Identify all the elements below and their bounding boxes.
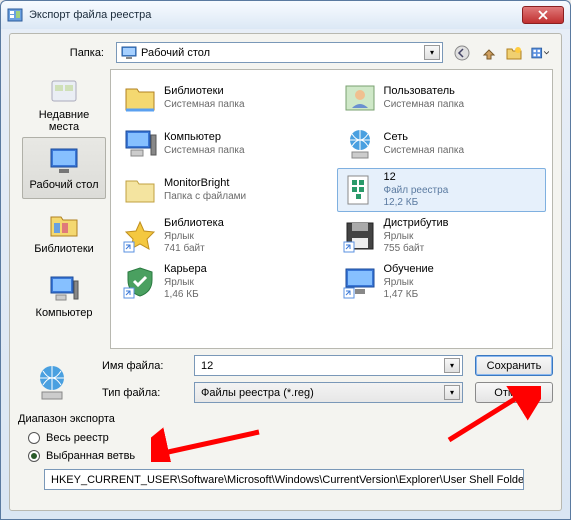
list-item[interactable]: ДистрибутивЯрлык755 байт bbox=[337, 214, 547, 258]
folder-row: Папка: Рабочий стол ▾ bbox=[18, 42, 553, 63]
close-button[interactable] bbox=[522, 6, 564, 24]
list-item[interactable]: БиблиотекиСистемная папка bbox=[117, 76, 327, 120]
branch-path-value: HKEY_CURRENT_USER\Software\Microsoft\Win… bbox=[51, 474, 524, 486]
filename-row: Имя файла: 12 ▾ Сохранить bbox=[18, 355, 553, 376]
shield-shortcut-icon bbox=[122, 264, 158, 300]
filename-value: 12 bbox=[201, 360, 213, 372]
filetype-combo[interactable]: Файлы реестра (*.reg) ▾ bbox=[194, 382, 463, 403]
disk-shortcut-icon bbox=[342, 218, 378, 254]
user-icon bbox=[342, 80, 378, 116]
place-computer[interactable]: Компьютер bbox=[22, 265, 106, 327]
list-item[interactable]: MonitorBrightПапка с файлами bbox=[117, 168, 327, 212]
list-item[interactable]: ОбучениеЯрлык1,47 КБ bbox=[337, 260, 547, 304]
window-title: Экспорт файла реестра bbox=[29, 9, 522, 21]
radio-selected-branch[interactable]: Выбранная ветвь bbox=[18, 447, 553, 465]
list-item[interactable]: БиблиотекаЯрлык741 байт bbox=[117, 214, 327, 258]
monitor-shortcut-icon bbox=[342, 264, 378, 300]
export-range-group: Диапазон экспорта Весь реестр Выбранная … bbox=[18, 413, 553, 490]
place-desktop[interactable]: Рабочий стол bbox=[22, 137, 106, 199]
computer-icon bbox=[48, 273, 80, 305]
recent-icon bbox=[48, 75, 80, 107]
place-recent[interactable]: Недавние места bbox=[22, 73, 106, 135]
place-label: Компьютер bbox=[36, 307, 93, 319]
places-bar: Недавние места Рабочий стол Библиотеки К… bbox=[18, 69, 110, 349]
file-list[interactable]: БиблиотекиСистемная папка ПользовательСи… bbox=[110, 69, 553, 349]
radio-label: Выбранная ветвь bbox=[46, 450, 135, 462]
titlebar[interactable]: Экспорт файла реестра bbox=[1, 1, 570, 29]
folder-value: Рабочий стол bbox=[141, 47, 210, 59]
list-item[interactable]: СетьСистемная папка bbox=[337, 122, 547, 166]
radio-icon bbox=[28, 450, 40, 462]
desktop-icon bbox=[48, 145, 80, 177]
new-folder-icon[interactable] bbox=[505, 44, 523, 62]
network-icon bbox=[32, 362, 72, 402]
network-icon bbox=[342, 126, 378, 162]
views-icon[interactable] bbox=[531, 44, 549, 62]
list-item[interactable]: КомпьютерСистемная папка bbox=[117, 122, 327, 166]
back-icon[interactable] bbox=[453, 44, 471, 62]
middle-area: Недавние места Рабочий стол Библиотеки К… bbox=[18, 69, 553, 349]
save-button[interactable]: Сохранить bbox=[475, 355, 553, 376]
radio-label: Весь реестр bbox=[46, 432, 109, 444]
radio-icon bbox=[28, 432, 40, 444]
list-item[interactable]: 12Файл реестра12,2 КБ bbox=[337, 168, 547, 212]
export-range-label: Диапазон экспорта bbox=[18, 413, 553, 425]
folder-label: Папка: bbox=[18, 47, 110, 59]
chevron-down-icon[interactable]: ▾ bbox=[444, 358, 460, 373]
chevron-down-icon[interactable]: ▾ bbox=[444, 385, 460, 400]
list-item[interactable]: ПользовательСистемная папка bbox=[337, 76, 547, 120]
chevron-down-icon[interactable]: ▾ bbox=[424, 45, 440, 60]
folder-icon bbox=[122, 172, 158, 208]
toolbar bbox=[449, 44, 553, 62]
filetype-row: Тип файла: Файлы реестра (*.reg) ▾ Отмен… bbox=[18, 382, 553, 403]
place-libraries[interactable]: Библиотеки bbox=[22, 201, 106, 263]
list-item[interactable]: КарьераЯрлык1,46 КБ bbox=[117, 260, 327, 304]
radio-whole-registry[interactable]: Весь реестр bbox=[18, 429, 553, 447]
client-area: Папка: Рабочий стол ▾ Недавние места bbox=[9, 33, 562, 511]
cancel-button[interactable]: Отмена bbox=[475, 382, 553, 403]
branch-path-input[interactable]: HKEY_CURRENT_USER\Software\Microsoft\Win… bbox=[44, 469, 524, 490]
place-label: Рабочий стол bbox=[29, 179, 98, 191]
favorite-shortcut-icon bbox=[122, 218, 158, 254]
desktop-icon bbox=[121, 45, 137, 61]
computer-icon bbox=[122, 126, 158, 162]
libraries-icon bbox=[48, 209, 80, 241]
regedit-icon bbox=[7, 7, 23, 23]
place-label: Недавние места bbox=[23, 109, 105, 133]
place-label: Библиотеки bbox=[34, 243, 94, 255]
filename-combo[interactable]: 12 ▾ bbox=[194, 355, 463, 376]
libraries-icon bbox=[122, 80, 158, 116]
up-icon[interactable] bbox=[479, 44, 497, 62]
export-registry-dialog: Экспорт файла реестра Папка: Рабочий сто… bbox=[0, 0, 571, 520]
folder-combo[interactable]: Рабочий стол ▾ bbox=[116, 42, 443, 63]
filetype-value: Файлы реестра (*.reg) bbox=[201, 387, 314, 399]
regfile-icon bbox=[342, 172, 378, 208]
